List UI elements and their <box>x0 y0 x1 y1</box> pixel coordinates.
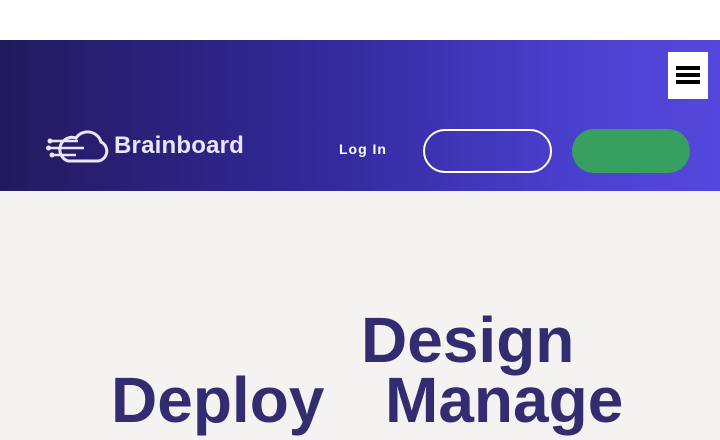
top-white-strip <box>0 0 720 40</box>
brainboard-logo[interactable]: Brainboard <box>46 128 251 164</box>
cloud-circuit-icon <box>46 130 109 163</box>
hero-word-manage: Manage <box>385 364 624 436</box>
hero-word-deploy: Deploy <box>111 364 325 436</box>
logo-text: Brainboard <box>114 132 245 159</box>
login-link[interactable]: Log In <box>339 140 387 158</box>
hamburger-menu-button[interactable] <box>668 52 708 99</box>
primary-cta-button[interactable] <box>572 129 690 173</box>
outline-cta-button[interactable] <box>423 129 552 173</box>
